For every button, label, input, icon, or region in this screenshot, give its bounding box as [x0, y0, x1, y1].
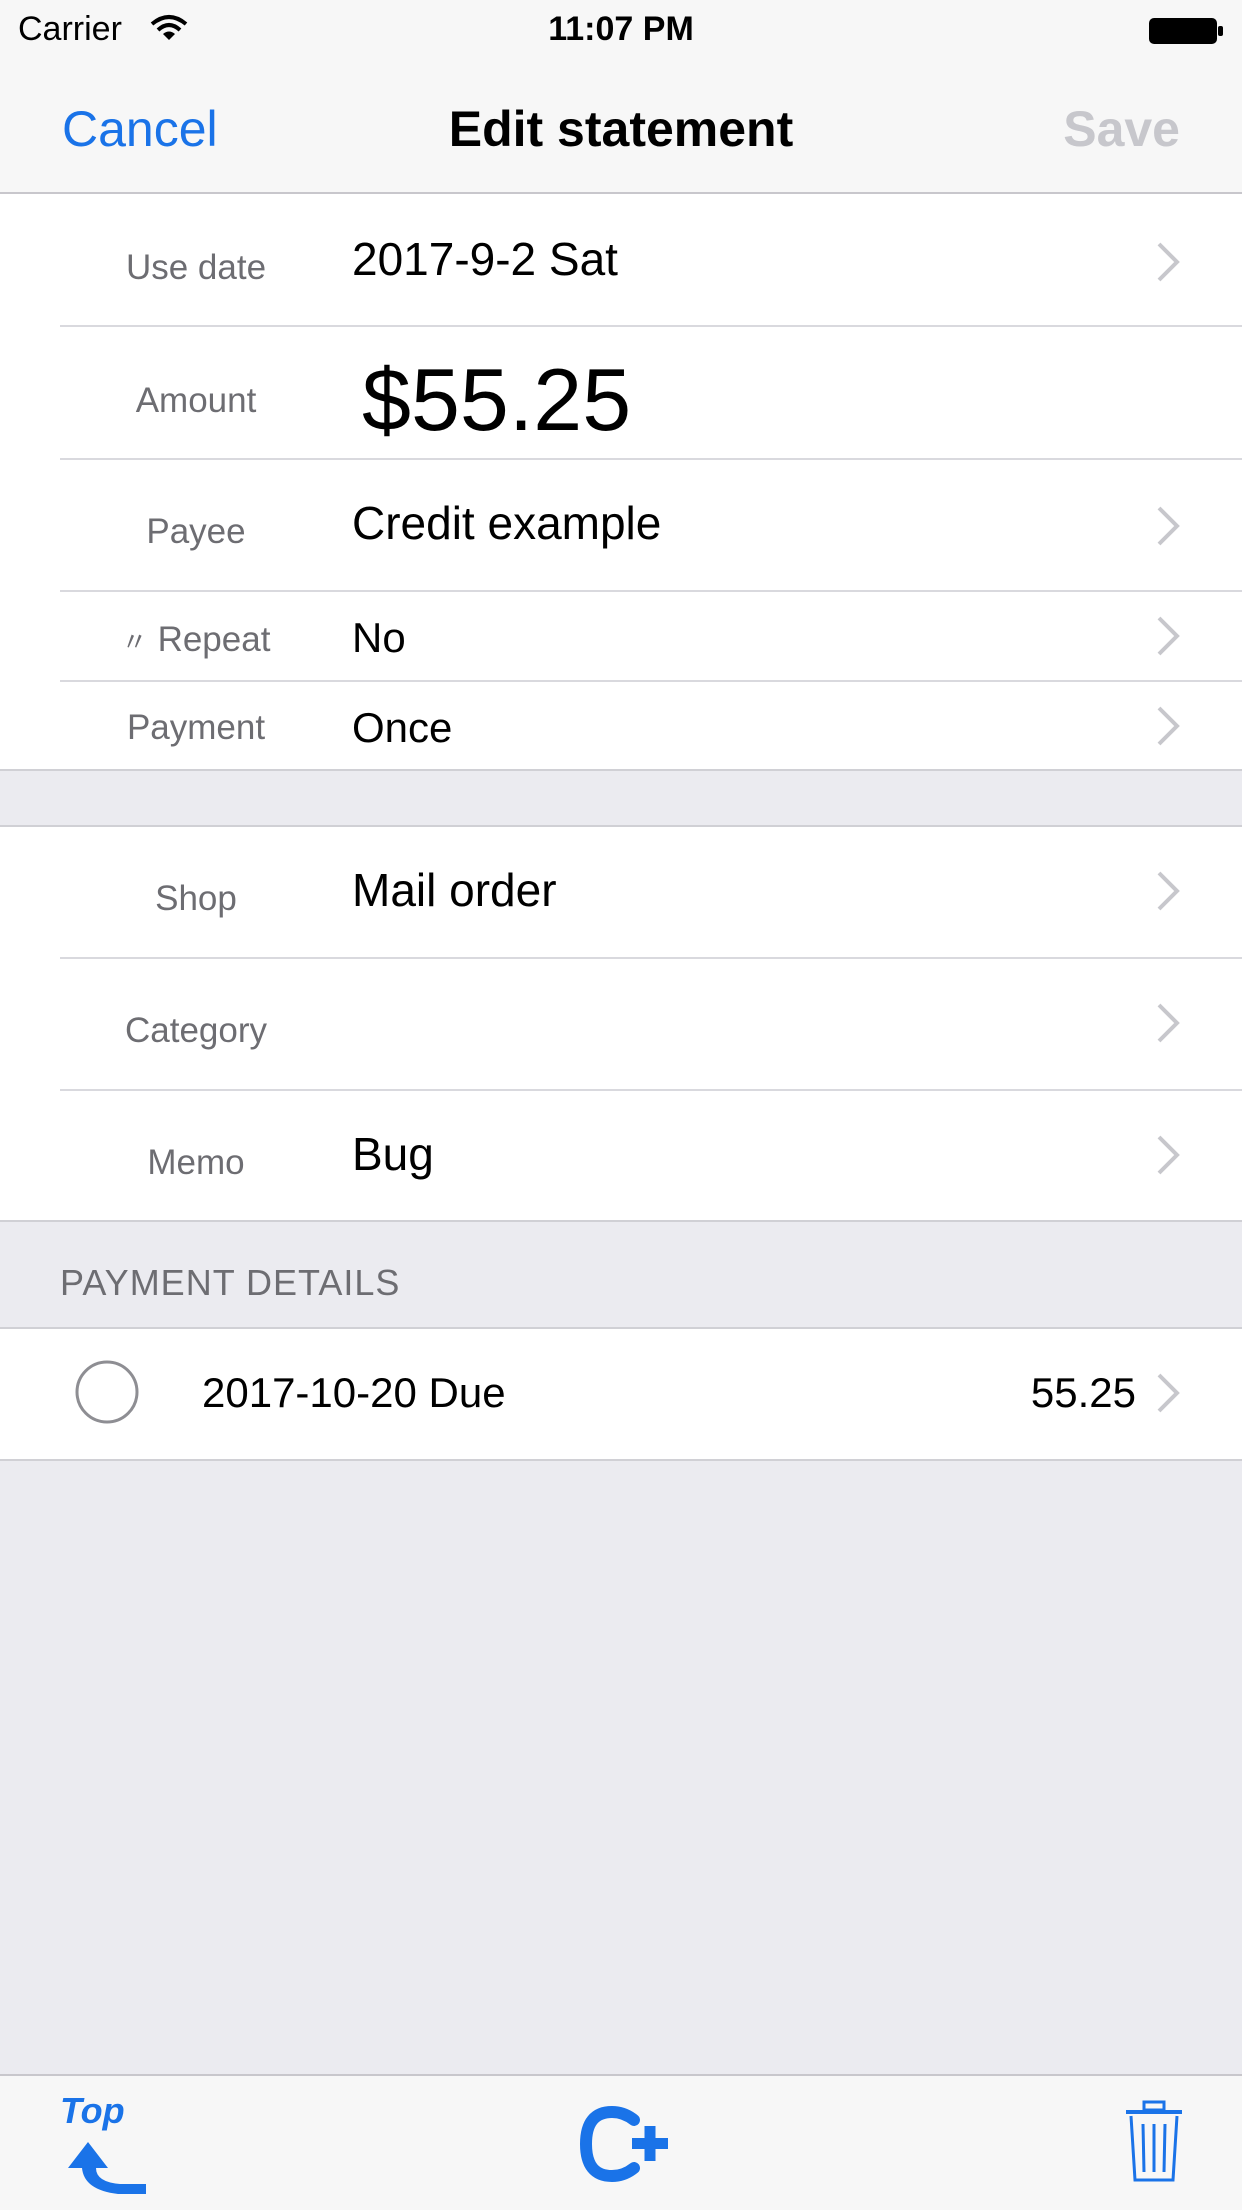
repeat-label: Repeat	[157, 620, 271, 659]
payee-label: Payee	[146, 512, 246, 551]
chevron-right-icon	[1155, 614, 1183, 663]
category-label: Category	[124, 1011, 268, 1050]
payment-detail-row[interactable]: 2017-10-20 Due 55.25	[0, 1329, 1242, 1459]
battery-icon	[1148, 16, 1224, 51]
memo-value: Bug	[352, 1128, 434, 1180]
repeat-mark-icon: 〃	[121, 627, 148, 657]
chevron-right-icon	[1155, 1133, 1183, 1182]
amount-row[interactable]: Amount $55.25	[0, 327, 1242, 459]
delete-button[interactable]	[1124, 2100, 1184, 2184]
unpaid-circle-icon[interactable]	[74, 1359, 140, 1430]
bottom-toolbar: Top	[0, 2074, 1242, 2210]
payment-row[interactable]: Payment Once	[0, 682, 1242, 770]
top-label: Top	[60, 2090, 125, 2131]
status-bar: Carrier 11:07 PM	[0, 0, 1242, 62]
status-time: 11:07 PM	[548, 10, 694, 48]
scroll-top-button[interactable]: Top	[58, 2090, 158, 2200]
shop-label: Shop	[155, 879, 237, 918]
add-copy-icon	[579, 2105, 668, 2183]
memo-row[interactable]: Memo Bug	[0, 1091, 1242, 1221]
amount-value[interactable]: $55.25	[362, 349, 631, 451]
use-date-label: Use date	[125, 248, 267, 287]
payment-value: Once	[352, 704, 453, 751]
repeat-row[interactable]: 〃 Repeat No	[0, 592, 1242, 680]
chevron-right-icon	[1155, 1001, 1183, 1050]
page-title: Edit statement	[448, 101, 794, 157]
category-row[interactable]: Category	[0, 959, 1242, 1089]
group-divider	[0, 1459, 1242, 1461]
repeat-label-wrap: 〃 Repeat	[60, 620, 332, 660]
save-button[interactable]: Save	[1063, 100, 1180, 158]
chevron-right-icon	[1155, 1371, 1183, 1420]
add-copy-button[interactable]	[579, 2105, 670, 2183]
payment-label: Payment	[126, 708, 266, 747]
use-date-value: 2017-9-2 Sat	[352, 233, 618, 285]
chevron-right-icon	[1155, 504, 1183, 553]
group-divider	[0, 769, 1242, 771]
statement-main-group: Use date 2017-9-2 Sat Amount $55.25 Paye…	[0, 194, 1242, 770]
curved-up-arrow-icon	[68, 2142, 146, 2194]
chevron-right-icon	[1155, 704, 1183, 753]
statement-detail-group: Shop Mail order Category Memo Bug	[0, 827, 1242, 1221]
navigation-bar: Cancel Edit statement Save	[0, 62, 1242, 194]
payee-row[interactable]: Payee Credit example	[0, 460, 1242, 591]
payee-value: Credit example	[352, 497, 662, 549]
payment-details-header: PAYMENT DETAILS	[60, 1262, 401, 1303]
memo-label: Memo	[147, 1143, 245, 1182]
repeat-value: No	[352, 614, 406, 661]
group-divider	[0, 1220, 1242, 1222]
chevron-right-icon	[1155, 240, 1183, 289]
shop-row[interactable]: Shop Mail order	[0, 827, 1242, 957]
payment-details-list: 2017-10-20 Due 55.25	[0, 1329, 1242, 1459]
amount-label: Amount	[135, 381, 257, 420]
payment-detail-date: 2017-10-20 Due	[202, 1369, 506, 1416]
trash-icon	[1126, 2100, 1182, 2182]
use-date-row[interactable]: Use date 2017-9-2 Sat	[0, 194, 1242, 326]
shop-value: Mail order	[352, 864, 557, 916]
chevron-right-icon	[1155, 869, 1183, 918]
payment-detail-amount: 55.25	[1030, 1369, 1136, 1416]
